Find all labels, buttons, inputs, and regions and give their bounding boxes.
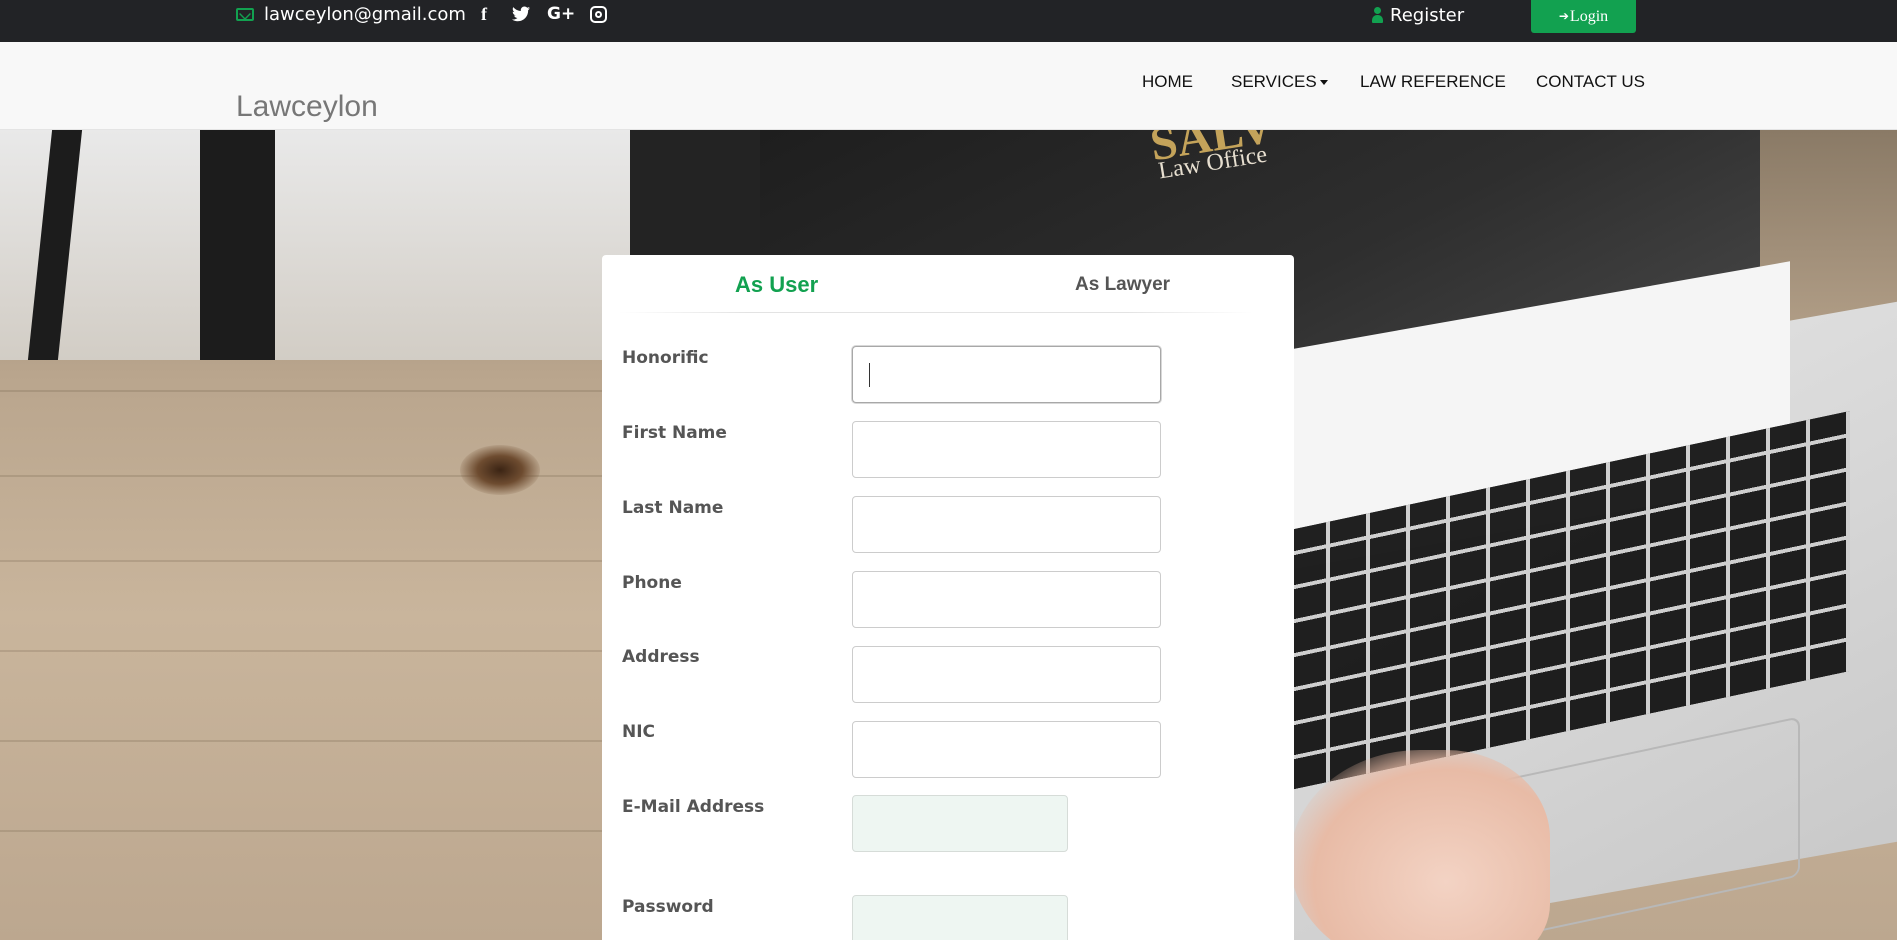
last-name-label: Last Name: [622, 498, 724, 518]
nav-home[interactable]: HOME: [1142, 72, 1193, 92]
password-label: Password: [622, 897, 714, 917]
tab-as-user[interactable]: As User: [735, 272, 818, 298]
site-brand[interactable]: Lawceylon: [236, 90, 378, 124]
address-input[interactable]: [852, 646, 1161, 703]
caret-down-icon: [1319, 80, 1328, 86]
last-name-input[interactable]: [852, 496, 1161, 553]
phone-input[interactable]: [852, 571, 1161, 628]
honorific-input[interactable]: [852, 346, 1161, 403]
nic-input[interactable]: [852, 721, 1161, 778]
address-label: Address: [622, 647, 700, 667]
nav-services-label: SERVICES: [1231, 72, 1317, 91]
login-label: Login: [1569, 7, 1609, 25]
nav-law-reference[interactable]: LAW REFERENCE: [1360, 72, 1506, 92]
envelope-icon: [236, 7, 254, 21]
nav-services[interactable]: SERVICES: [1231, 72, 1328, 92]
honorific-label: Honorific: [622, 348, 709, 368]
facebook-icon[interactable]: f: [481, 2, 487, 26]
login-button[interactable]: ➔ Login: [1531, 0, 1636, 33]
email-label: E-Mail Address: [622, 797, 765, 817]
google-plus-icon[interactable]: G+: [547, 2, 575, 26]
contact-email[interactable]: lawceylon@gmail.com: [236, 2, 466, 26]
email-input[interactable]: [852, 795, 1068, 852]
first-name-label: First Name: [622, 423, 727, 443]
contact-email-text: lawceylon@gmail.com: [264, 3, 466, 25]
register-label: Register: [1390, 4, 1465, 26]
tab-divider: [619, 312, 1253, 313]
twitter-icon[interactable]: [512, 2, 530, 26]
nic-label: NIC: [622, 722, 656, 742]
nav-contact-us[interactable]: CONTACT US: [1536, 72, 1645, 92]
first-name-input[interactable]: [852, 421, 1161, 478]
top-bar: lawceylon@gmail.com f G+ Register ➔ Login: [0, 0, 1897, 42]
instagram-icon[interactable]: [590, 2, 608, 26]
main-navbar: Lawceylon HOME SERVICES LAW REFERENCE CO…: [0, 42, 1897, 130]
sign-in-icon: ➔: [1558, 9, 1569, 23]
tab-as-lawyer[interactable]: As Lawyer: [1075, 274, 1170, 296]
registration-form: As User As Lawyer Honorific First Name L…: [602, 255, 1294, 940]
chair-leg: [200, 130, 275, 360]
wood-knot: [460, 445, 540, 495]
user-icon: [1372, 7, 1383, 23]
register-link[interactable]: Register: [1372, 3, 1464, 27]
phone-label: Phone: [622, 573, 682, 593]
password-input[interactable]: [852, 895, 1068, 940]
